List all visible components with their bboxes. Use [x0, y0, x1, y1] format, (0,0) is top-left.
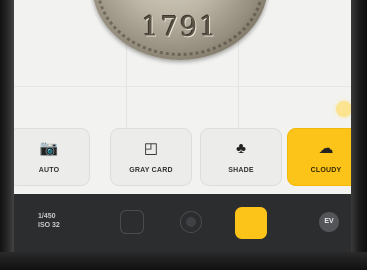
wb-option-shade[interactable]: ♣ SHADE [200, 128, 282, 186]
wb-option-auto[interactable]: 📷 AUTO [8, 128, 90, 186]
iso-value: ISO 32 [38, 222, 60, 229]
camera-icon: 📷 [39, 140, 59, 157]
coin-preview: 1791 [92, 0, 268, 60]
ev-button[interactable]: EV [319, 212, 339, 232]
grid-line [14, 86, 351, 87]
device-bezel-left [0, 0, 14, 270]
wb-option-label: SHADE [228, 167, 254, 174]
wb-option-gray-card[interactable]: ◰ GRAY CARD [110, 128, 192, 186]
coin-year-text: 1791 [141, 12, 219, 43]
shade-tree-icon: ♣ [236, 140, 246, 157]
exposure-readout: 1/450 ISO 32 [38, 212, 60, 230]
wb-option-label: GRAY CARD [129, 167, 173, 174]
device-bezel-bottom [0, 252, 367, 270]
shutter-speed-value: 1/450 [38, 213, 56, 220]
camera-bottom-bar: 1/450 ISO 32 EV [14, 194, 351, 252]
gray-card-icon: ◰ [143, 140, 159, 157]
phone-frame: 1791 📷 AUTO ◰ GRAY CARD ♣ SHADE ☁ CLOUDY… [0, 0, 367, 270]
gallery-thumbnail-button[interactable] [120, 210, 144, 234]
mode-dial-button[interactable] [180, 211, 202, 233]
focus-point-indicator[interactable] [336, 101, 351, 117]
white-balance-options: 📷 AUTO ◰ GRAY CARD ♣ SHADE ☁ CLOUDY [8, 128, 365, 186]
wb-option-label: AUTO [38, 167, 60, 174]
device-bezel-right [351, 0, 367, 270]
shutter-button[interactable] [235, 207, 267, 239]
